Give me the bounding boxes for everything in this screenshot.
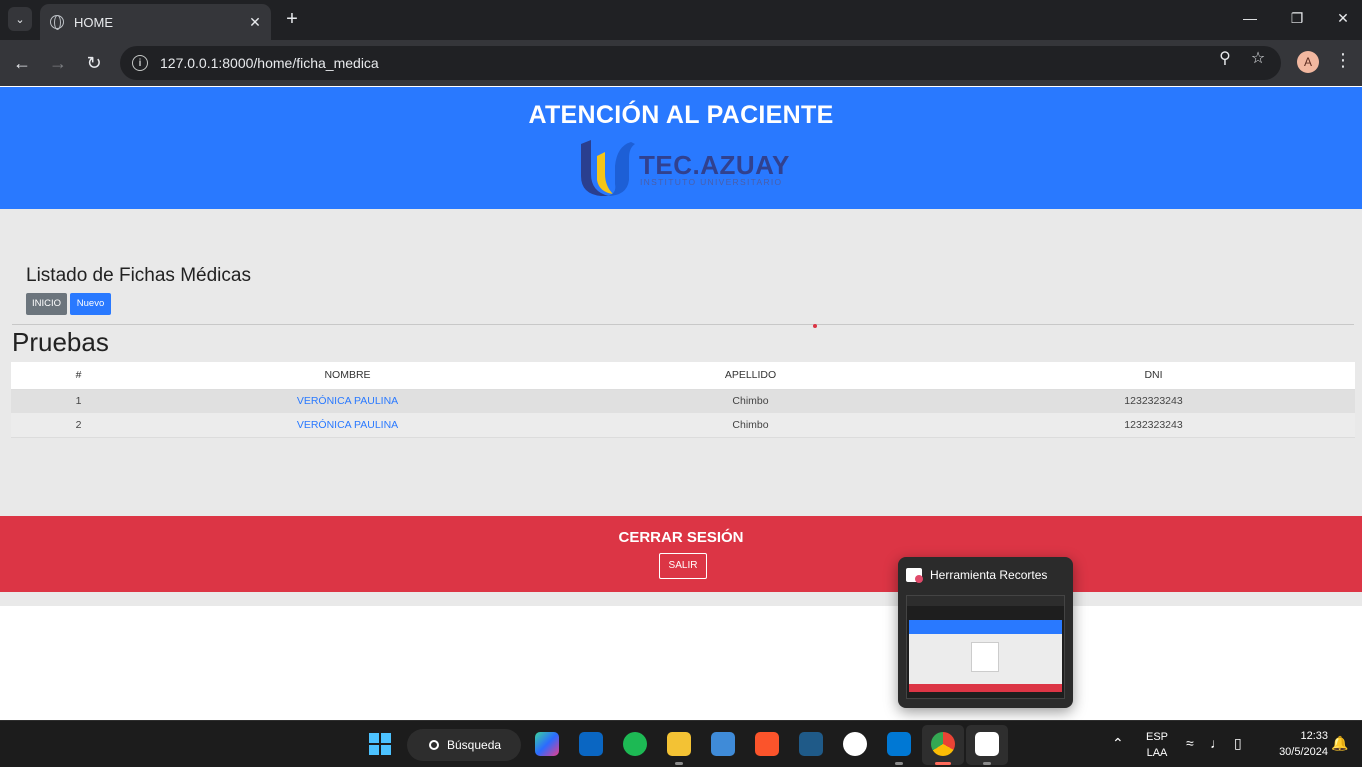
logout-title: CERRAR SESIÓN [618, 529, 744, 546]
divider [12, 324, 1354, 325]
tab-search-chevron-icon[interactable]: ⌄ [8, 7, 32, 31]
running-indicator [895, 762, 903, 765]
thumbnail-footer [909, 684, 1062, 692]
cell-apellido: Chimbo [549, 389, 952, 413]
tab-title: HOME [74, 14, 113, 30]
column-header-num: # [11, 362, 146, 390]
tec-azuay-logo: TEC.AZUAY INSTITUTO UNIVERSITARIO [577, 136, 792, 198]
table-row: 1 VERÓNICA PAULINA Chimbo 1232323243 [11, 389, 1355, 413]
virtualbox-icon[interactable] [711, 732, 735, 756]
spotify-icon[interactable] [623, 732, 647, 756]
thumbnail-titlebar [907, 596, 1064, 606]
brave-icon[interactable] [755, 732, 779, 756]
new-tab-icon[interactable]: + [281, 8, 303, 30]
taskbar-search-label: Búsqueda [447, 738, 502, 752]
tab-close-icon[interactable]: ✕ [243, 14, 267, 31]
section-title: Pruebas [12, 327, 109, 357]
active-indicator [935, 762, 951, 765]
close-window-icon[interactable]: ✕ [1333, 10, 1353, 27]
zoom-icon[interactable]: ⚲ [1215, 48, 1235, 68]
restore-icon[interactable]: ❐ [1287, 10, 1307, 27]
table-header-row: # NOMBRE APELLIDO DNI [11, 362, 1355, 390]
chrome-taskbar-button[interactable] [922, 725, 964, 765]
clock-date[interactable]: 30/5/2024 [1262, 746, 1328, 758]
thumbnail-header [909, 620, 1062, 634]
inicio-button[interactable]: INICIO [26, 293, 67, 315]
cell-num: 2 [11, 413, 146, 438]
running-indicator [675, 762, 683, 765]
app-icon[interactable] [843, 732, 867, 756]
site-info-icon[interactable]: i [132, 55, 148, 71]
globe-icon [50, 15, 64, 30]
vscode-icon[interactable] [887, 732, 911, 756]
browser-toolbar: ← → ↻ i 127.0.0.1:8000/home/ficha_medica… [0, 40, 1362, 86]
main-content: Listado de Fichas Médicas INICIO Nuevo P… [0, 209, 1362, 516]
snipping-tool-icon [906, 568, 923, 583]
back-icon[interactable]: ← [10, 51, 34, 75]
tray-chevron-up-icon[interactable]: ⌃ [1112, 735, 1124, 752]
minimize-icon[interactable]: — [1240, 10, 1260, 26]
column-header-apellido: APELLIDO [549, 362, 952, 390]
column-header-dni: DNI [952, 362, 1355, 390]
file-explorer-icon[interactable] [667, 732, 691, 756]
list-title: Listado de Fichas Médicas [26, 265, 251, 286]
browser-menu-icon[interactable]: ⋮ [1334, 50, 1352, 71]
cell-dni: 1232323243 [952, 389, 1355, 413]
windows-start-icon[interactable] [369, 733, 391, 755]
thumbnail-form [971, 642, 999, 672]
reload-icon[interactable]: ↻ [82, 51, 106, 75]
windows-taskbar: Búsqueda ⌃ ESP LAA ≈ ♩ ▯ 12:33 30/5/2024… [0, 720, 1362, 767]
footer-strip [0, 592, 1362, 606]
microsoft-store-icon[interactable] [579, 732, 603, 756]
bookmark-star-icon[interactable]: ☆ [1248, 48, 1268, 68]
taskbar-search[interactable]: Búsqueda [407, 729, 521, 761]
nuevo-button[interactable]: Nuevo [70, 293, 111, 315]
fichas-table: # NOMBRE APELLIDO DNI 1 VERÓNICA PAULINA… [11, 362, 1355, 438]
logout-section: CERRAR SESIÓN SALIR [0, 516, 1362, 592]
thumbnail-body [909, 634, 1062, 684]
snipping-tool-preview[interactable]: Herramienta Recortes [898, 557, 1073, 708]
page: ATENCIÓN AL PACIENTE TEC.AZUAY INSTITUTO… [0, 87, 1362, 720]
header-banner: ATENCIÓN AL PACIENTE TEC.AZUAY INSTITUTO… [0, 87, 1362, 209]
window-thumbnail[interactable] [906, 595, 1065, 699]
wifi-icon[interactable]: ≈ [1186, 735, 1194, 751]
column-header-nombre: NOMBRE [146, 362, 549, 390]
notification-bell-icon[interactable]: 🔔 [1331, 735, 1348, 752]
cell-nombre-link[interactable]: VERÓNICA PAULINA [146, 389, 549, 413]
salir-button[interactable]: SALIR [659, 553, 707, 579]
logo-subtext: INSTITUTO UNIVERSITARIO [640, 177, 783, 187]
snipping-tool-taskbar-button[interactable] [966, 725, 1008, 765]
logo-mark-icon [581, 140, 635, 196]
clock-time[interactable]: 12:33 [1262, 730, 1328, 742]
profile-avatar[interactable]: A [1297, 51, 1319, 73]
cell-dni: 1232323243 [952, 413, 1355, 438]
snipping-tool-taskbar-icon [975, 732, 999, 756]
search-icon [429, 740, 439, 750]
battery-icon[interactable]: ▯ [1234, 735, 1242, 752]
browser-tab[interactable]: HOME ✕ [40, 4, 271, 40]
language-code[interactable]: ESP [1140, 731, 1174, 743]
keyboard-layout[interactable]: LAA [1140, 747, 1174, 759]
address-bar[interactable]: i 127.0.0.1:8000/home/ficha_medica [120, 46, 1281, 80]
snipping-tool-title: Herramienta Recortes [930, 568, 1048, 582]
page-title: ATENCIÓN AL PACIENTE [528, 101, 834, 129]
chrome-icon [931, 732, 955, 756]
table-row: 2 VERÓNICA PAULINA Chimbo 1232323243 [11, 413, 1355, 438]
forward-icon[interactable]: → [46, 51, 70, 75]
mysql-workbench-icon[interactable] [799, 732, 823, 756]
running-indicator [983, 762, 991, 765]
cursor-dot [813, 324, 817, 328]
cell-nombre-link[interactable]: VERÓNICA PAULINA [146, 413, 549, 438]
cell-apellido: Chimbo [549, 413, 952, 438]
url-text: 127.0.0.1:8000/home/ficha_medica [160, 55, 379, 71]
browser-titlebar: ⌄ HOME ✕ + — ❐ ✕ [0, 0, 1362, 40]
cell-num: 1 [11, 389, 146, 413]
copilot-icon[interactable] [535, 732, 559, 756]
volume-icon[interactable]: ♩ [1210, 735, 1224, 751]
